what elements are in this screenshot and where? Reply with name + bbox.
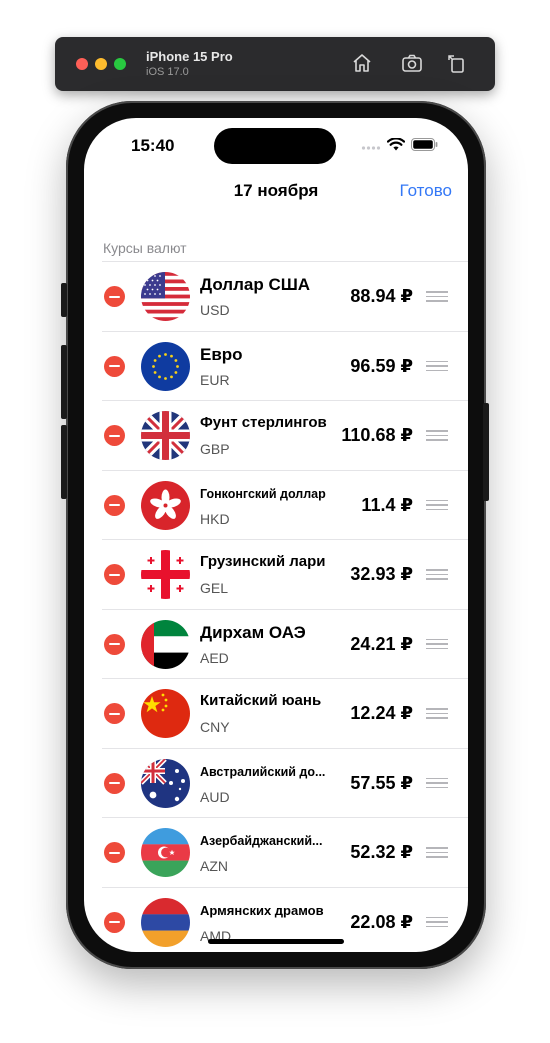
cn-flag-icon [141,689,190,738]
reorder-handle-icon[interactable] [426,847,448,858]
reorder-handle-icon[interactable] [426,499,448,511]
delete-button[interactable] [104,842,125,863]
currency-name: Фунт стерлингов [200,414,327,431]
currency-code: GEL [200,580,229,596]
currency-name: Гонконгский доллар [200,486,326,501]
reorder-handle-icon[interactable] [426,360,448,372]
simulator-os-version: iOS 17.0 [146,66,189,78]
simulator-title-bar: iPhone 15 Pro iOS 17.0 [55,37,495,91]
power-button [483,403,489,501]
currency-code: AZN [200,858,228,874]
reorder-handle-icon[interactable] [426,430,448,441]
delete-button[interactable] [104,494,125,516]
dynamic-island [214,128,336,164]
delete-button[interactable] [104,286,125,307]
currency-name: Евро [200,344,243,364]
currency-rate: 24.21 ₽ [350,633,413,654]
currency-code: GBP [200,441,230,457]
currency-rate: 11.4 ₽ [361,494,413,515]
status-time: 15:40 [131,136,175,155]
signal-icon [361,138,381,156]
currency-code: CNY [200,719,230,735]
section-header: Курсы валют [103,240,187,256]
currency-code: HKD [200,510,230,527]
ae-flag-icon [141,619,190,669]
currency-code: EUR [200,371,230,388]
currency-name: Азербайджанский... [200,834,323,848]
delete-button[interactable] [104,772,125,794]
currency-list: Доллар США USD 88.94 ₽ Евро EUR 96.59 ₽ … [84,261,468,952]
home-icon[interactable] [350,51,374,75]
rotate-icon[interactable] [445,51,469,75]
us-flag-icon [141,272,190,321]
delete-button[interactable] [104,633,125,655]
currency-rate: 52.32 ₽ [350,842,413,862]
currency-name: Армянских драмов [200,902,324,918]
am-flag-icon [141,897,190,947]
hk-flag-icon [141,480,190,530]
reorder-handle-icon[interactable] [426,777,448,789]
currency-rate: 57.55 ₽ [350,772,413,793]
done-button[interactable]: Готово [400,181,453,201]
delete-button[interactable] [104,355,125,377]
currency-row[interactable]: Гонконгский доллар HKD 11.4 ₽ [102,469,468,540]
currency-rate: 12.24 ₽ [350,703,413,723]
close-window-button[interactable] [76,58,88,70]
wifi-icon [386,137,406,156]
currency-row[interactable]: Азербайджанский... AZN 52.32 ₽ [102,817,468,887]
reorder-handle-icon[interactable] [426,291,448,302]
currency-name: Дирхам ОАЭ [200,622,306,642]
currency-row[interactable]: Дирхам ОАЭ AED 24.21 ₽ [102,608,468,679]
currency-name: Грузинский лари [200,553,326,570]
reorder-handle-icon[interactable] [426,638,448,650]
currency-code: AED [200,649,229,666]
currency-rate: 88.94 ₽ [350,286,413,306]
currency-row[interactable]: Австралийский до... AUD 57.55 ₽ [102,747,468,818]
home-indicator[interactable] [208,939,344,944]
delete-button[interactable] [104,911,125,933]
au-flag-icon [141,758,190,808]
phone-screen: 15:40 17 ноября Готово Курсы валют Долла… [84,118,468,952]
currency-rate: 22.08 ₽ [350,911,413,932]
status-icons [361,137,438,156]
reorder-handle-icon[interactable] [426,708,448,719]
az-flag-icon [141,828,190,877]
currency-code: USD [200,302,230,318]
minimize-window-button[interactable] [95,58,107,70]
currency-name: Австралийский до... [200,764,326,779]
action-button [61,283,67,317]
reorder-handle-icon[interactable] [426,916,448,928]
delete-button[interactable] [104,703,125,724]
currency-row[interactable]: Китайский юань CNY 12.24 ₽ [102,678,468,748]
currency-rate: 32.93 ₽ [350,564,413,584]
currency-row[interactable]: Доллар США USD 88.94 ₽ [102,261,468,331]
delete-button[interactable] [104,425,125,446]
currency-name: Доллар США [200,275,311,294]
simulator-device-name: iPhone 15 Pro [146,49,233,64]
currency-rate: 110.68 ₽ [341,425,413,445]
currency-rate: 96.59 ₽ [350,355,413,376]
volume-down-button [61,425,67,499]
currency-row[interactable]: Евро EUR 96.59 ₽ [102,330,468,401]
battery-icon [411,138,438,156]
delete-button[interactable] [104,564,125,585]
currency-code: AUD [200,788,230,805]
currency-row[interactable]: Фунт стерлингов GBP 110.68 ₽ [102,400,468,470]
currency-row[interactable]: Грузинский лари GEL 32.93 ₽ [102,539,468,609]
reorder-handle-icon[interactable] [426,569,448,580]
ge-flag-icon [141,550,190,599]
volume-up-button [61,345,67,419]
currency-name: Китайский юань [200,692,322,709]
eu-flag-icon [141,341,190,391]
screenshot-icon[interactable] [400,51,424,75]
gb-flag-icon [141,411,190,460]
zoom-window-button[interactable] [114,58,126,70]
